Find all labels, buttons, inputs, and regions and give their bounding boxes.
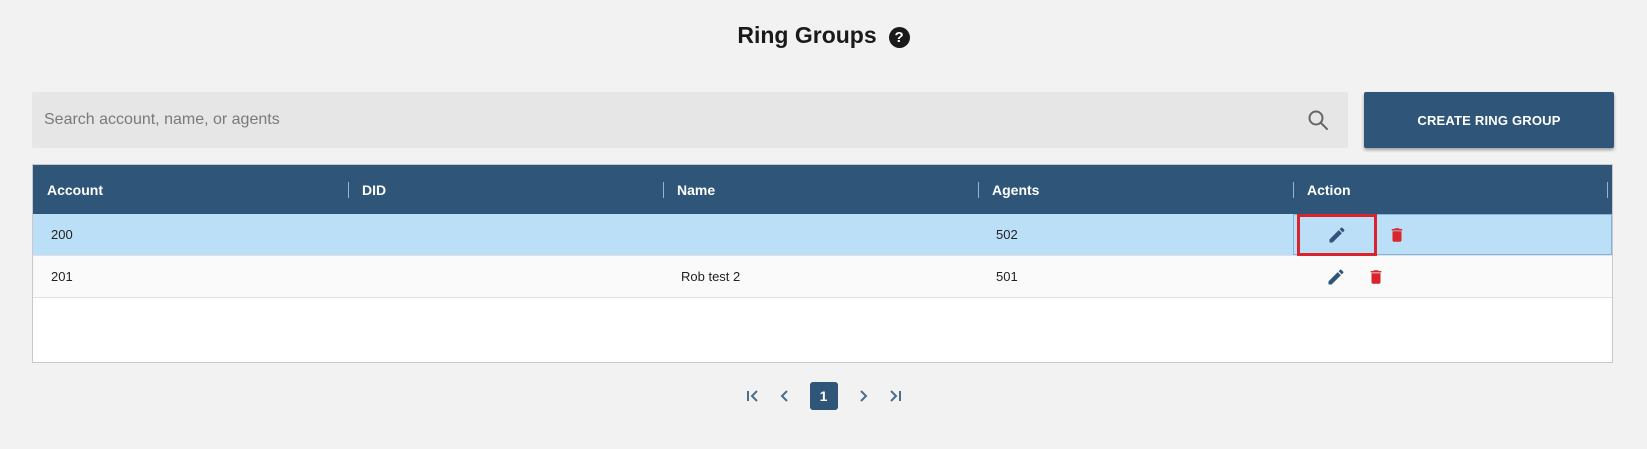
help-icon[interactable]: ? xyxy=(888,26,910,48)
delete-button[interactable] xyxy=(1382,217,1412,253)
cell-agents: 501 xyxy=(996,269,1018,284)
last-page-icon xyxy=(889,390,901,402)
table-header: Account DID Name Agents Action xyxy=(33,165,1612,214)
page-title: Ring Groups xyxy=(737,22,877,48)
next-page-icon xyxy=(859,390,867,402)
edit-icon xyxy=(1329,226,1345,242)
cell-did xyxy=(348,214,663,255)
edit-button[interactable] xyxy=(1310,259,1362,295)
cell-name: Rob test 2 xyxy=(681,269,741,284)
first-page-icon xyxy=(746,390,758,402)
column-header-action: Action xyxy=(1293,165,1612,214)
column-header-account[interactable]: Account xyxy=(33,165,348,214)
table-row[interactable]: 201 Rob test 2 501 xyxy=(33,256,1612,298)
column-header-agents[interactable]: Agents xyxy=(978,165,1293,214)
trash-icon xyxy=(1370,269,1382,284)
ring-groups-table: Account DID Name Agents Action 200 502 2… xyxy=(32,164,1613,363)
cell-actions xyxy=(1293,256,1612,297)
create-ring-group-button[interactable]: CREATE RING GROUP xyxy=(1364,92,1614,148)
table-row[interactable]: 200 502 xyxy=(33,213,1612,256)
title-row: Ring Groups ? xyxy=(0,22,1647,49)
cell-did xyxy=(348,256,663,297)
cell-agents: 502 xyxy=(996,227,1018,242)
first-page-button[interactable] xyxy=(742,382,764,410)
delete-button[interactable] xyxy=(1361,259,1391,295)
cell-actions xyxy=(1293,213,1612,256)
search-input[interactable] xyxy=(32,92,1306,148)
search-bar xyxy=(32,92,1348,148)
prev-page-button[interactable] xyxy=(774,382,796,410)
column-header-did[interactable]: DID xyxy=(348,165,663,214)
trash-icon xyxy=(1391,227,1403,242)
prev-page-icon xyxy=(780,390,788,402)
cell-account: 201 xyxy=(51,269,73,284)
edit-icon xyxy=(1328,268,1344,284)
edit-button[interactable] xyxy=(1297,213,1377,256)
search-icon[interactable] xyxy=(1306,108,1330,132)
page-number-current[interactable]: 1 xyxy=(809,382,838,410)
pagination: 1 xyxy=(0,382,1647,410)
next-page-button[interactable] xyxy=(852,382,874,410)
cell-name xyxy=(663,214,978,255)
cell-account: 200 xyxy=(51,227,73,242)
last-page-button[interactable] xyxy=(884,382,906,410)
column-header-name[interactable]: Name xyxy=(663,165,978,214)
